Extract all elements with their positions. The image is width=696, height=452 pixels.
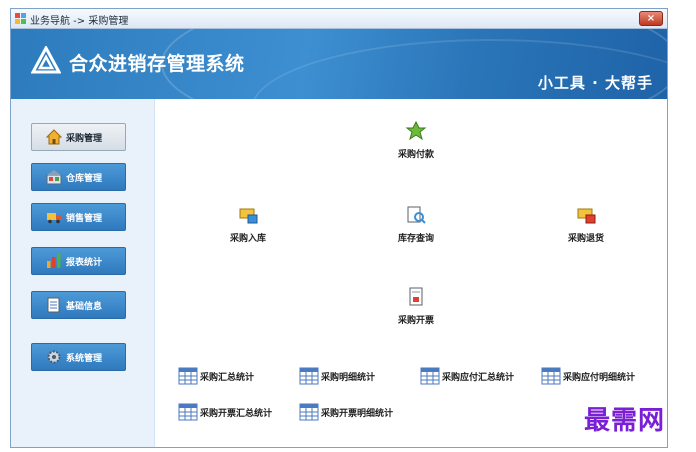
- table-icon: [541, 367, 561, 385]
- inventory-query-label: 库存查询: [397, 234, 434, 244]
- table-icon: [299, 403, 319, 421]
- home-icon: [46, 129, 62, 145]
- report-purchase-detail[interactable]: 采购明细统计: [299, 367, 375, 385]
- purchase-payment-button[interactable]: 采购付款: [376, 121, 456, 161]
- truck-icon: [47, 213, 61, 224]
- report-invoice-summary[interactable]: 采购开票汇总统计: [178, 403, 272, 421]
- table-icon: [420, 367, 440, 385]
- report-label: 采购汇总统计: [200, 372, 255, 383]
- table-icon: [178, 367, 198, 385]
- money-icon: [405, 121, 427, 141]
- sidebar-item-reports[interactable]: 报表统计: [31, 247, 126, 275]
- sidebar-item-label: 报表统计: [66, 257, 103, 268]
- purchase-return-label: 采购退货: [567, 234, 604, 244]
- warehouse-icon: [46, 170, 62, 185]
- invoice-icon: [409, 287, 423, 306]
- sidebar-item-system[interactable]: 系统管理: [31, 343, 126, 371]
- sidebar-item-label: 系统管理: [66, 353, 103, 364]
- report-label: 采购开票明细统计: [321, 408, 394, 419]
- gear-icon: [47, 350, 61, 364]
- sidebar-item-warehouse[interactable]: 仓库管理: [31, 163, 126, 191]
- app-window: 业务导航 -> 采购管理 × 合众进销存管理系统 小工具 · 大帮手 采购管理 …: [10, 8, 668, 448]
- sidebar-item-label: 仓库管理: [66, 173, 103, 184]
- purchase-stock-in-label: 采购入库: [229, 234, 266, 244]
- system-title: 合众进销存管理系统: [69, 53, 245, 75]
- table-icon: [299, 367, 319, 385]
- purchase-return-icon: [577, 208, 596, 224]
- title-bar: 业务导航 -> 采购管理 ×: [11, 9, 667, 29]
- app-icon: [15, 13, 26, 24]
- sidebar-item-label: 采购管理: [66, 133, 103, 144]
- sidebar-item-sales[interactable]: 销售管理: [31, 203, 126, 231]
- document-icon: [47, 297, 60, 313]
- report-payable-detail[interactable]: 采购应付明细统计: [541, 367, 635, 385]
- sidebar-item-basic-info[interactable]: 基础信息: [31, 291, 126, 319]
- tagline: 小工具 · 大帮手: [537, 74, 653, 92]
- purchase-invoice-label: 采购开票: [397, 316, 434, 326]
- purchase-payment-label: 采购付款: [397, 150, 434, 160]
- window-title: 业务导航 -> 采购管理: [30, 16, 129, 27]
- sidebar-item-label: 基础信息: [66, 301, 103, 312]
- watermark-text: 最需网: [584, 406, 666, 436]
- purchase-stock-in-button[interactable]: 采购入库: [208, 205, 288, 245]
- stock-in-icon: [239, 208, 258, 224]
- report-label: 采购应付明细统计: [563, 372, 636, 383]
- report-purchase-summary[interactable]: 采购汇总统计: [178, 367, 254, 385]
- report-label: 采购应付汇总统计: [442, 372, 515, 383]
- report-invoice-detail[interactable]: 采购开票明细统计: [299, 403, 393, 421]
- report-label: 采购开票汇总统计: [200, 408, 273, 419]
- table-icon: [178, 403, 198, 421]
- main-panel: 采购付款 采购入库 库存查询 采购退货 采购开票 采购汇总统计 采购明细统计 采…: [156, 99, 667, 447]
- logo-icon: [31, 46, 61, 74]
- inventory-query-icon: [407, 206, 426, 224]
- bar-chart-icon: [47, 254, 61, 268]
- sidebar-item-label: 销售管理: [66, 213, 103, 224]
- purchase-return-button[interactable]: 采购退货: [546, 205, 626, 245]
- report-payable-summary[interactable]: 采购应付汇总统计: [420, 367, 514, 385]
- report-label: 采购明细统计: [321, 372, 376, 383]
- header-banner: 合众进销存管理系统 小工具 · 大帮手: [11, 29, 667, 99]
- close-button[interactable]: ×: [639, 11, 663, 26]
- sidebar: 采购管理 仓库管理 销售管理 报表统计 基础信息 系统管理: [11, 99, 155, 447]
- purchase-invoice-button[interactable]: 采购开票: [376, 287, 456, 327]
- inventory-query-button[interactable]: 库存查询: [376, 205, 456, 245]
- sidebar-item-purchase[interactable]: 采购管理: [31, 123, 126, 151]
